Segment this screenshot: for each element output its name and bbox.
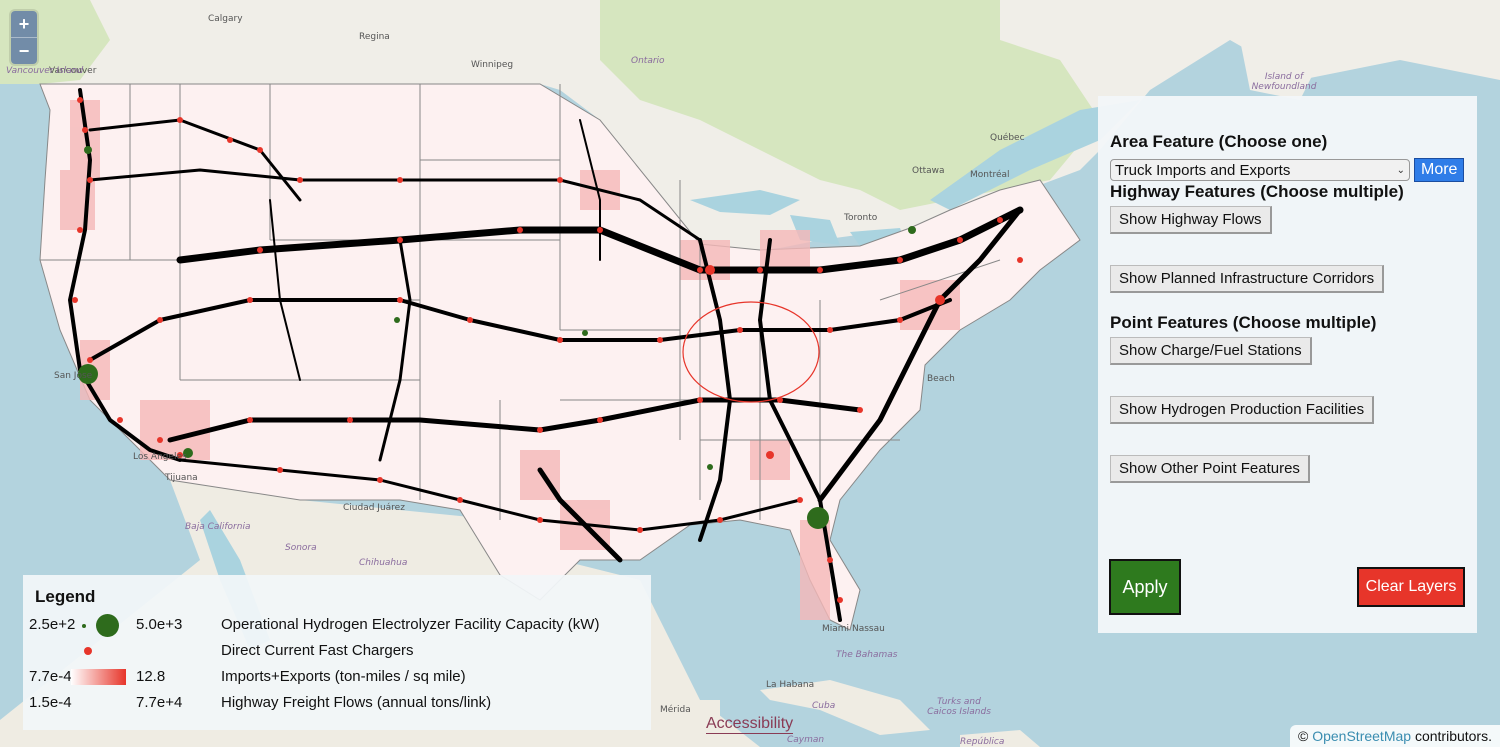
map-label: Baja California [185, 522, 251, 532]
layer-control-panel: Area Feature (Choose one) Truck Imports … [1098, 96, 1477, 633]
area-feature-heading: Area Feature (Choose one) [1110, 132, 1328, 151]
map-label: Québec [990, 133, 1025, 143]
map-label: Chihuahua [359, 558, 408, 568]
highlight-ellipse [682, 301, 820, 403]
map-label: Regina [359, 32, 390, 42]
hydrogen-electrolyzers [78, 146, 916, 529]
map-label: Turks and Caicos Islands [927, 697, 991, 717]
point-features-heading: Point Features (Choose multiple) [1110, 313, 1377, 332]
map-label: Island of Newfoundland [1251, 72, 1317, 92]
openstreetmap-link[interactable]: OpenStreetMap [1312, 728, 1411, 744]
color-gradient-swatch [71, 669, 126, 685]
map-label: Cuba [812, 701, 836, 711]
legend: Legend 2.5e+2 5.0e+3 Operational Hydroge… [23, 575, 651, 730]
map-label: Sonora [285, 543, 317, 553]
legend-title: Legend [35, 587, 96, 606]
legend-desc: Operational Hydrogen Electrolyzer Facili… [221, 616, 600, 633]
show-other-point-features-button[interactable]: Show Other Point Features [1110, 455, 1310, 483]
more-button[interactable]: More [1414, 158, 1465, 182]
map-label: Calgary [208, 14, 243, 24]
show-charge-fuel-stations-button[interactable]: Show Charge/Fuel Stations [1110, 337, 1312, 365]
legend-min: 7.7e-4 [29, 668, 72, 685]
map-label: Miami [822, 624, 850, 634]
map-label: Montréal [970, 170, 1010, 180]
map-label: San Jose [54, 371, 93, 381]
zoom-out-button[interactable]: − [11, 37, 37, 64]
map-label: Ottawa [912, 166, 945, 176]
area-feature-select-value: Truck Imports and Exports [1115, 161, 1291, 179]
show-hydrogen-facilities-button[interactable]: Show Hydrogen Production Facilities [1110, 396, 1375, 424]
legend-desc: Direct Current Fast Chargers [221, 642, 414, 659]
map-label: Nassau [852, 624, 885, 634]
map-attribution: © OpenStreetMap contributors. [1290, 725, 1500, 747]
zoom-in-button[interactable]: + [11, 11, 37, 37]
map-label: The Bahamas [836, 650, 898, 660]
map-label: Toronto [844, 213, 878, 223]
map-label: Mérida [660, 705, 691, 715]
attribution-suffix: contributors. [1414, 728, 1492, 744]
area-feature-select[interactable]: Truck Imports and Exports ⌄ [1110, 159, 1410, 181]
highway-features-heading: Highway Features (Choose multiple) [1110, 182, 1404, 201]
legend-max: 7.7e+4 [136, 694, 183, 711]
zoom-control: + − [11, 11, 37, 64]
legend-row-electrolyzer: 2.5e+2 5.0e+3 Operational Hydrogen Elect… [29, 613, 639, 639]
red-dot-icon [84, 647, 92, 655]
map-label: Ontario [631, 56, 665, 66]
map-label: Beach [927, 374, 955, 384]
copyright-symbol: © [1298, 728, 1309, 744]
accessibility-link[interactable]: Accessibility [706, 715, 794, 734]
legend-row-highway-flows: 1.5e-4 7.7e+4 Highway Freight Flows (ann… [29, 691, 639, 717]
legend-desc: Imports+Exports (ton-miles / sq mile) [221, 668, 466, 685]
show-planned-corridors-button[interactable]: Show Planned Infrastructure Corridors [1110, 265, 1385, 293]
show-highway-flows-button[interactable]: Show Highway Flows [1110, 206, 1272, 234]
map-label: Cayman [787, 735, 825, 745]
legend-max: 5.0e+3 [136, 616, 183, 633]
small-circle-icon [82, 624, 86, 628]
clear-layers-button[interactable]: Clear Layers [1357, 567, 1465, 607]
map-label: Vancouver Island [6, 66, 84, 76]
legend-min: 2.5e+2 [29, 616, 76, 633]
large-circle-icon [96, 614, 119, 637]
map-label: Tijuana [165, 473, 198, 483]
map-label: República [960, 737, 1005, 747]
map-label: Ciudad Juárez [343, 503, 405, 513]
legend-row-chargers: Direct Current Fast Chargers [35, 639, 639, 665]
legend-row-imports-exports: 7.7e-4 12.8 Imports+Exports (ton-miles /… [29, 665, 639, 691]
map-label: La Habana [766, 680, 815, 690]
apply-button[interactable]: Apply [1109, 559, 1181, 615]
map-label: Los Angeles [133, 452, 187, 462]
legend-max: 12.8 [136, 668, 166, 685]
legend-desc: Highway Freight Flows (annual tons/link) [221, 694, 492, 711]
chevron-down-icon: ⌄ [1396, 164, 1405, 176]
legend-min: 1.5e-4 [29, 694, 72, 711]
map-label: Winnipeg [471, 60, 514, 70]
